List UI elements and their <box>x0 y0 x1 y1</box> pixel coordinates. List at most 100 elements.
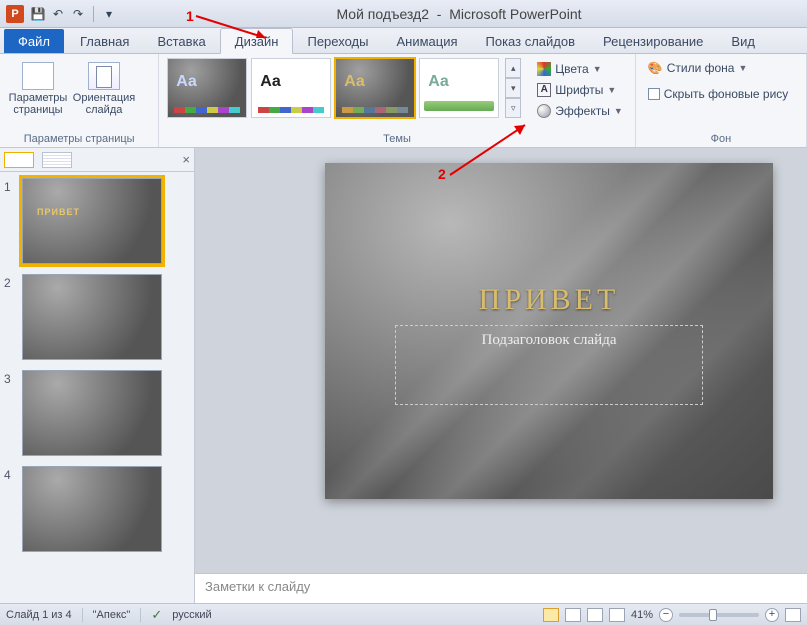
slideshow-view-button[interactable] <box>609 608 625 622</box>
subtitle-placeholder[interactable]: Подзаголовок слайда <box>395 325 703 405</box>
normal-view-button[interactable] <box>543 608 559 622</box>
separator <box>82 608 83 622</box>
editor-area: ПРИВЕТ Подзаголовок слайда Заметки к сла… <box>195 148 807 603</box>
status-bar: Слайд 1 из 4 "Апекс" ✓ русский 41% − + <box>0 603 807 625</box>
slide-orientation-button[interactable]: Ориентация слайда <box>74 58 134 116</box>
annotation-2: 2 <box>438 166 446 182</box>
save-icon[interactable]: 💾 <box>30 6 46 22</box>
tab-file[interactable]: Файл <box>4 29 64 53</box>
tab-animations[interactable]: Анимация <box>382 29 471 53</box>
separator <box>140 608 141 622</box>
spellcheck-icon[interactable]: ✓ <box>151 607 162 623</box>
theme-colors-button[interactable]: Цвета ▼ <box>533 60 626 78</box>
slide-thumbnail-2[interactable] <box>22 274 162 360</box>
undo-icon[interactable]: ↶ <box>50 6 66 22</box>
group-background: 🎨 Стили фона ▼ Скрыть фоновые рису Фон <box>636 54 807 147</box>
group-background-label: Фон <box>644 131 798 145</box>
tab-slideshow[interactable]: Показ слайдов <box>472 29 590 53</box>
slide-thumbnail-1[interactable]: ПРИВЕТ <box>22 178 162 264</box>
colors-label: Цвета <box>555 62 588 76</box>
sorter-view-button[interactable] <box>565 608 581 622</box>
fit-to-window-button[interactable] <box>785 608 801 622</box>
slide-thumbnail-3[interactable] <box>22 370 162 456</box>
thumbnails-tab[interactable] <box>4 152 34 168</box>
app-name: Microsoft PowerPoint <box>449 6 581 22</box>
zoom-level[interactable]: 41% <box>631 609 653 621</box>
notes-pane[interactable]: Заметки к слайду <box>195 573 807 603</box>
language-indicator[interactable]: русский <box>172 609 211 621</box>
slide-counter: Слайд 1 из 4 <box>6 609 72 621</box>
list-item: 1 ПРИВЕТ <box>4 178 190 264</box>
chevron-down-icon: ▼ <box>738 63 747 73</box>
page-setup-label: Параметры страницы <box>8 92 68 116</box>
tab-review[interactable]: Рецензирование <box>589 29 717 53</box>
tab-home[interactable]: Главная <box>66 29 143 53</box>
slide-title[interactable]: ПРИВЕТ <box>325 283 773 317</box>
window-title: Мой подъезд2 - Microsoft PowerPoint <box>117 6 801 22</box>
chevron-down-icon: ▼ <box>614 106 623 116</box>
theme-scroll-up[interactable]: ▴ <box>505 58 521 78</box>
slide-panel: × 1 ПРИВЕТ 2 3 4 <box>0 148 195 603</box>
background-styles-button[interactable]: 🎨 Стили фона ▼ <box>644 58 752 78</box>
group-themes-label: Темы <box>167 131 626 145</box>
orientation-icon <box>88 62 120 90</box>
theme-thumb-1[interactable]: Aa <box>167 58 247 118</box>
document-name: Мой подъезд2 <box>336 6 429 22</box>
orientation-label: Ориентация слайда <box>73 92 135 116</box>
chevron-down-icon: ▼ <box>593 64 602 74</box>
theme-thumb-3-selected[interactable]: Aa <box>335 58 415 118</box>
hide-bg-label: Скрыть фоновые рису <box>664 87 789 101</box>
slide-canvas[interactable]: ПРИВЕТ Подзаголовок слайда <box>195 148 807 573</box>
group-page-setup-label: Параметры страницы <box>8 131 150 145</box>
slide-panel-tabs: × <box>0 148 194 172</box>
theme-gallery-scroll: ▴ ▾ ▿ <box>505 58 521 118</box>
effects-label: Эффекты <box>555 104 610 118</box>
thumb-number: 3 <box>4 370 16 386</box>
zoom-slider[interactable] <box>679 613 759 617</box>
group-themes: Aa Aa Aa Aa ▴ ▾ <box>159 54 635 147</box>
thumb-title: ПРИВЕТ <box>37 207 80 217</box>
list-item: 2 <box>4 274 190 360</box>
checkbox-icon <box>648 88 660 100</box>
tab-view[interactable]: Вид <box>717 29 769 53</box>
theme-gallery-expand[interactable]: ▿ <box>505 98 521 118</box>
qat-separator <box>93 6 94 22</box>
redo-icon[interactable]: ↷ <box>70 6 86 22</box>
close-panel-icon[interactable]: × <box>182 152 190 167</box>
theme-thumb-4[interactable]: Aa <box>419 58 499 118</box>
thumb-number: 2 <box>4 274 16 290</box>
zoom-in-button[interactable]: + <box>765 608 779 622</box>
page-setup-icon <box>22 62 54 90</box>
colors-icon <box>537 62 551 76</box>
theme-fonts-button[interactable]: A Шрифты ▼ <box>533 81 626 99</box>
theme-effects-button[interactable]: Эффекты ▼ <box>533 102 626 120</box>
ribbon-tabs: Файл Главная Вставка Дизайн Переходы Ани… <box>0 28 807 54</box>
page-setup-button[interactable]: Параметры страницы <box>8 58 68 116</box>
ribbon: Параметры страницы Ориентация слайда Пар… <box>0 54 807 148</box>
zoom-knob[interactable] <box>709 609 717 621</box>
theme-scroll-down[interactable]: ▾ <box>505 78 521 98</box>
effects-icon <box>537 104 551 118</box>
slide[interactable]: ПРИВЕТ Подзаголовок слайда <box>325 163 773 499</box>
tab-insert[interactable]: Вставка <box>143 29 219 53</box>
hide-background-checkbox[interactable]: Скрыть фоновые рису <box>644 84 793 104</box>
theme-thumb-2[interactable]: Aa <box>251 58 331 118</box>
slide-subtitle: Подзаголовок слайда <box>482 332 617 349</box>
slide-thumbnail-4[interactable] <box>22 466 162 552</box>
group-page-setup: Параметры страницы Ориентация слайда Пар… <box>0 54 159 147</box>
tab-transitions[interactable]: Переходы <box>293 29 382 53</box>
zoom-out-button[interactable]: − <box>659 608 673 622</box>
list-item: 3 <box>4 370 190 456</box>
tab-design[interactable]: Дизайн <box>220 28 294 54</box>
reading-view-button[interactable] <box>587 608 603 622</box>
qat-more-icon[interactable]: ▾ <box>101 6 117 22</box>
quick-access-toolbar: 💾 ↶ ↷ ▾ <box>30 6 117 22</box>
title-bar: P 💾 ↶ ↷ ▾ Мой подъезд2 - Microsoft Power… <box>0 0 807 28</box>
list-item: 4 <box>4 466 190 552</box>
fonts-label: Шрифты <box>555 83 603 97</box>
theme-options: Цвета ▼ A Шрифты ▼ Эффекты ▼ <box>533 58 626 120</box>
outline-tab[interactable] <box>42 152 72 168</box>
thumb-number: 4 <box>4 466 16 482</box>
chevron-down-icon: ▼ <box>607 85 616 95</box>
thumbnail-list: 1 ПРИВЕТ 2 3 4 <box>0 172 194 603</box>
